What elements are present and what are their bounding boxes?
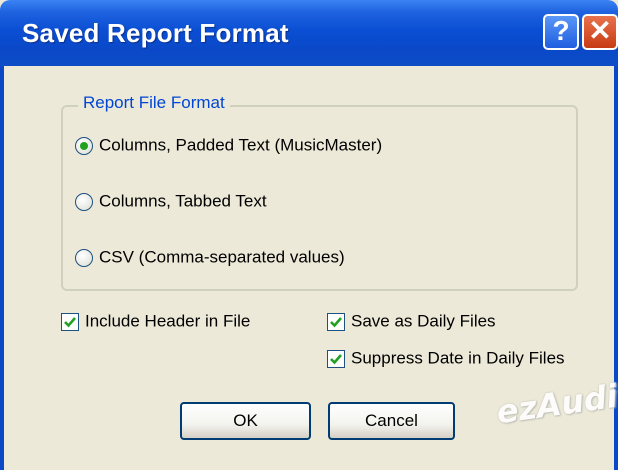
radio-padded-text[interactable]: Columns, Padded Text (MusicMaster) <box>75 135 382 157</box>
radio-tabbed-text[interactable]: Columns, Tabbed Text <box>75 191 267 213</box>
radio-selected-dot <box>80 141 88 150</box>
ok-button[interactable]: OK <box>180 402 311 440</box>
radio-csv[interactable]: CSV (Comma-separated values) <box>75 247 345 269</box>
radio-padded-text-label: Columns, Padded Text (MusicMaster) <box>99 135 383 155</box>
checkbox-icon <box>327 349 345 368</box>
radio-icon <box>75 192 93 211</box>
include-header-checkbox[interactable]: Include Header in File <box>61 311 250 333</box>
help-icon: ? <box>552 15 570 46</box>
suppress-date-label: Suppress Date in Daily Files <box>351 348 565 368</box>
checkbox-icon <box>61 312 79 331</box>
save-daily-label: Save as Daily Files <box>351 311 496 331</box>
include-header-label: Include Header in File <box>85 311 251 331</box>
radio-icon <box>75 248 93 267</box>
saved-report-format-dialog: Saved Report Format ? ✕ Report File Form… <box>0 0 618 470</box>
radio-csv-label: CSV (Comma-separated values) <box>99 247 345 267</box>
window-frame-left <box>0 66 4 470</box>
check-mark-icon <box>330 316 342 327</box>
checkbox-icon <box>327 312 345 331</box>
group-legend: Report File Format <box>78 93 230 113</box>
dialog-title: Saved Report Format <box>22 18 289 48</box>
save-daily-checkbox[interactable]: Save as Daily Files <box>327 311 496 333</box>
ezaudit-watermark: ezAudit <box>494 374 618 432</box>
title-bar[interactable]: Saved Report Format ? ✕ <box>0 0 618 66</box>
check-mark-icon <box>330 353 342 364</box>
radio-icon <box>75 136 93 155</box>
cancel-button[interactable]: Cancel <box>328 402 455 440</box>
suppress-date-checkbox[interactable]: Suppress Date in Daily Files <box>327 348 565 370</box>
check-mark-icon <box>64 316 76 327</box>
help-button[interactable]: ? <box>543 14 579 50</box>
close-button[interactable]: ✕ <box>582 14 618 50</box>
radio-tabbed-text-label: Columns, Tabbed Text <box>99 191 267 211</box>
close-icon: ✕ <box>588 15 612 46</box>
